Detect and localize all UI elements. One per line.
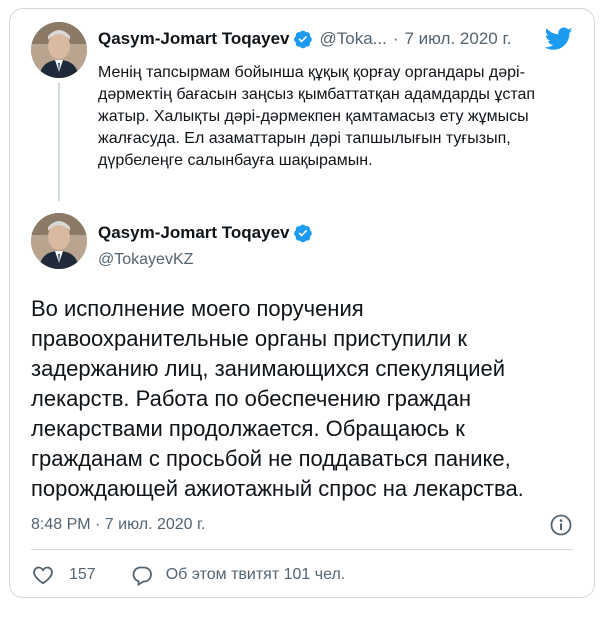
actions-divider	[31, 549, 573, 550]
parent-author-name[interactable]: Qasym-Jomart Toqayev	[98, 29, 289, 49]
tweet-embed-card: Qasym-Jomart Toqayev @Toka... · 7 июл. 2…	[9, 8, 595, 598]
tweet-timestamp[interactable]: 8:48 PM · 7 июл. 2020 г.	[31, 516, 205, 534]
heart-icon[interactable]	[31, 563, 55, 587]
main-author-avatar[interactable]	[31, 213, 87, 269]
main-tweet-text: Во исполнение моего поручения правоохран…	[31, 296, 524, 501]
parent-author-avatar[interactable]	[31, 22, 87, 78]
discussion-link[interactable]: Об этом твитят 101 чел.	[130, 563, 346, 587]
twitter-bird-icon[interactable]	[544, 27, 573, 51]
tweet-actions-row: 157 Об этом твитят 101 чел.	[31, 562, 345, 588]
thread-connector-line	[58, 83, 60, 201]
main-author-name-row: Qasym-Jomart Toqayev	[98, 223, 313, 243]
speech-bubble-icon	[130, 563, 154, 587]
separator-dot: ·	[392, 29, 399, 48]
parent-tweet-header: Qasym-Jomart Toqayev @Toka... · 7 июл. 2…	[98, 27, 578, 51]
parent-tweet[interactable]: Qasym-Jomart Toqayev @Toka... · 7 июл. 2…	[10, 9, 594, 209]
tweet-meta-row: 8:48 PM · 7 июл. 2020 г.	[31, 513, 581, 537]
info-icon[interactable]	[549, 513, 573, 537]
parent-tweet-text: Менің тапсырмам бойынша құқық қорғау орг…	[98, 64, 536, 169]
parent-author-handle[interactable]: @Toka...	[319, 29, 386, 49]
discussion-text: Об этом твитят 101 чел.	[165, 566, 346, 583]
verified-badge-icon	[293, 223, 313, 243]
verified-badge-icon	[293, 29, 313, 49]
parent-tweet-date[interactable]: 7 июл. 2020 г.	[405, 29, 512, 49]
like-count[interactable]: 157	[69, 566, 96, 584]
main-author-handle[interactable]: @TokayevKZ	[98, 251, 193, 269]
main-author-name[interactable]: Qasym-Jomart Toqayev	[98, 223, 289, 243]
